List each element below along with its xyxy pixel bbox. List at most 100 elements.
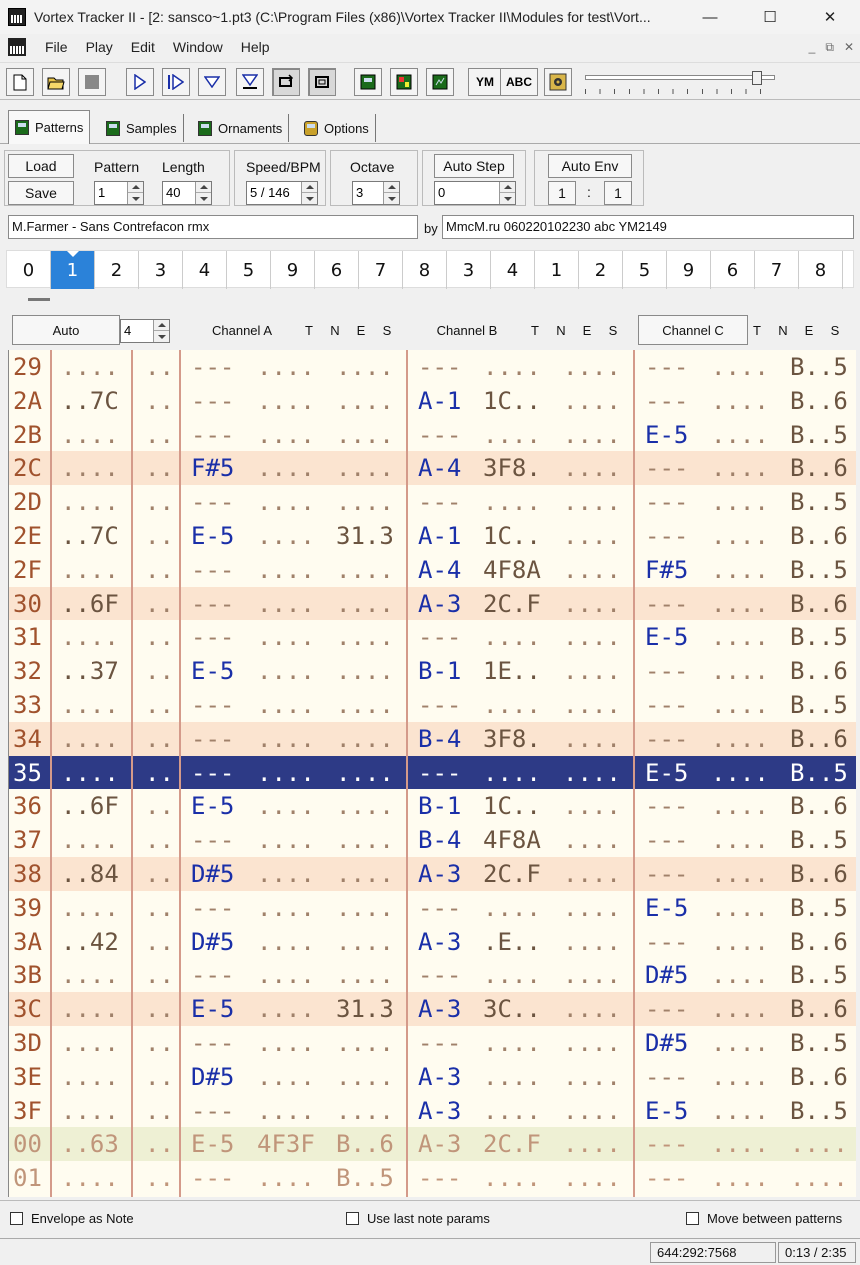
channel-a-sample[interactable]: .... [257, 451, 315, 485]
envelope-cell[interactable]: .... [61, 1060, 119, 1094]
channel-c-sample[interactable]: .... [711, 384, 769, 418]
noise-cell[interactable]: .. [145, 485, 174, 519]
channel-b-effect[interactable]: .... [563, 992, 621, 1026]
channel-b-sample[interactable]: 2C.F [483, 587, 541, 621]
channel-c-effect[interactable]: B..6 [790, 992, 848, 1026]
channel-b-note[interactable]: --- [418, 891, 461, 925]
row-number[interactable]: 2B [13, 418, 42, 452]
channel-a-effect[interactable]: 31.3 [336, 992, 394, 1026]
channel-a-note[interactable]: --- [191, 756, 234, 790]
global-transposition-button[interactable] [390, 68, 418, 96]
channel-b-note[interactable]: --- [418, 688, 461, 722]
envelope-cell[interactable]: .... [61, 1094, 119, 1128]
envelope-cell[interactable]: .... [61, 350, 119, 384]
channel-b-sample[interactable]: .... [483, 1026, 541, 1060]
channel-b-note[interactable]: A-4 [418, 451, 461, 485]
auto-step-spin[interactable] [499, 182, 515, 204]
channel-b-note[interactable]: B-1 [418, 789, 461, 823]
channel-a-sample[interactable]: .... [257, 857, 315, 891]
channel-b-note[interactable]: A-4 [418, 553, 461, 587]
channel-b-sample[interactable]: .... [483, 620, 541, 654]
position-cell[interactable]: 0 [7, 251, 51, 289]
channel-a-note[interactable]: --- [191, 553, 234, 587]
noise-cell[interactable]: .. [145, 1127, 174, 1161]
channel-b-sample[interactable]: .... [483, 1094, 541, 1128]
channel-c-note[interactable]: E-5 [645, 891, 688, 925]
tab-patterns[interactable]: Patterns [8, 110, 91, 144]
channel-c-sample[interactable]: .... [711, 485, 769, 519]
channel-c-sample[interactable]: .... [711, 553, 769, 587]
channel-a-effect[interactable]: .... [336, 823, 394, 857]
channel-c-effect[interactable]: B..5 [790, 350, 848, 384]
row-number[interactable]: 3D [13, 1026, 42, 1060]
minimize-button[interactable]: — [680, 0, 740, 34]
channel-c-effect[interactable]: B..6 [790, 789, 848, 823]
pattern-row[interactable]: 2D...... ---........ ---........ ---.... B..… [9, 485, 856, 519]
channel-b-note[interactable]: B-4 [418, 722, 461, 756]
noise-cell[interactable]: .. [145, 553, 174, 587]
noise-cell[interactable]: .. [145, 857, 174, 891]
channel-a-effect[interactable]: .... [336, 958, 394, 992]
channel-c-effect[interactable]: B..5 [790, 958, 848, 992]
envelope-cell[interactable]: ..37 [61, 654, 119, 688]
channel-b-note[interactable]: --- [418, 1161, 461, 1195]
checkbox-box[interactable] [686, 1212, 699, 1225]
channel-b-effect[interactable]: .... [563, 350, 621, 384]
pattern-row[interactable]: 3A ..42.. D#5........ A-3 .E...... ---.... B..… [9, 925, 856, 959]
row-number[interactable]: 3C [13, 992, 42, 1026]
channel-a-note[interactable]: E-5 [191, 519, 234, 553]
channel-a-effect[interactable]: 31.3 [336, 519, 394, 553]
channel-a-sample[interactable]: .... [257, 350, 315, 384]
channel-a-effect[interactable]: .... [336, 722, 394, 756]
toggle-samples-button[interactable] [426, 68, 454, 96]
channel-c-note[interactable]: F#5 [645, 553, 688, 587]
channel-b-sample[interactable]: .... [483, 688, 541, 722]
channel-b-sample[interactable]: 3F8. [483, 451, 541, 485]
noise-cell[interactable]: .. [145, 823, 174, 857]
channel-b-effect[interactable]: .... [563, 823, 621, 857]
channel-c-note[interactable]: E-5 [645, 620, 688, 654]
channel-a-sample[interactable]: .... [257, 891, 315, 925]
channel-a-effect[interactable]: .... [336, 925, 394, 959]
row-number[interactable]: 31 [13, 620, 42, 654]
row-number[interactable]: 36 [13, 789, 42, 823]
channel-c-note[interactable]: E-5 [645, 756, 688, 790]
channel-b-sample[interactable]: .... [483, 1161, 541, 1195]
noise-cell[interactable]: .. [145, 418, 174, 452]
pattern-row[interactable]: 37...... ---........ B-4 4F8A.... ---.... B..… [9, 823, 856, 857]
channel-c-note[interactable]: --- [645, 1060, 688, 1094]
noise-cell[interactable]: .. [145, 1161, 174, 1195]
channel-a-note[interactable]: E-5 [191, 1127, 234, 1161]
checkbox-box[interactable] [346, 1212, 359, 1225]
auto-value-input[interactable]: 4 [120, 319, 170, 343]
channel-c-effect[interactable]: .... [790, 1127, 848, 1161]
position-cell[interactable]: 8 [403, 251, 447, 289]
channel-b-note[interactable]: --- [418, 350, 461, 384]
channel-a-effect[interactable]: .... [336, 857, 394, 891]
channel-c-note[interactable]: --- [645, 451, 688, 485]
envelope-cell[interactable]: .... [61, 451, 119, 485]
channel-c-effect[interactable]: .... [790, 1161, 848, 1195]
channel-a-sample[interactable]: .... [257, 992, 315, 1026]
channel-c-note[interactable]: --- [645, 384, 688, 418]
pattern-row[interactable]: 38 ..84.. D#5........ A-3 2C.F.... ---.... B..… [9, 857, 856, 891]
channel-a-sample[interactable]: .... [257, 688, 315, 722]
channel-b-env-flag[interactable]: E [574, 323, 600, 338]
channel-b-note[interactable]: A-3 [418, 1094, 461, 1128]
channel-c-effect[interactable]: B..6 [790, 722, 848, 756]
channel-c-effect[interactable]: B..6 [790, 857, 848, 891]
channel-a-sample[interactable]: 4F3F [257, 1127, 315, 1161]
envelope-cell[interactable]: ..63 [61, 1127, 119, 1161]
channel-a-env-flag[interactable]: E [348, 323, 374, 338]
channel-c-effect[interactable]: B..5 [790, 620, 848, 654]
envelope-cell[interactable]: .... [61, 756, 119, 790]
channel-b-effect[interactable]: .... [563, 925, 621, 959]
channel-b-note[interactable]: A-3 [418, 587, 461, 621]
channel-b-effect[interactable]: .... [563, 553, 621, 587]
noise-cell[interactable]: .. [145, 756, 174, 790]
module-author-input[interactable]: MmcM.ru 060220102230 abc YM2149 [442, 215, 854, 239]
auto-env-denominator-button[interactable]: 1 [604, 181, 632, 205]
channel-a-note[interactable]: --- [191, 418, 234, 452]
noise-cell[interactable]: .. [145, 891, 174, 925]
pattern-row[interactable]: 3E...... D#5........ A-3........ ---.... B..… [9, 1060, 856, 1094]
